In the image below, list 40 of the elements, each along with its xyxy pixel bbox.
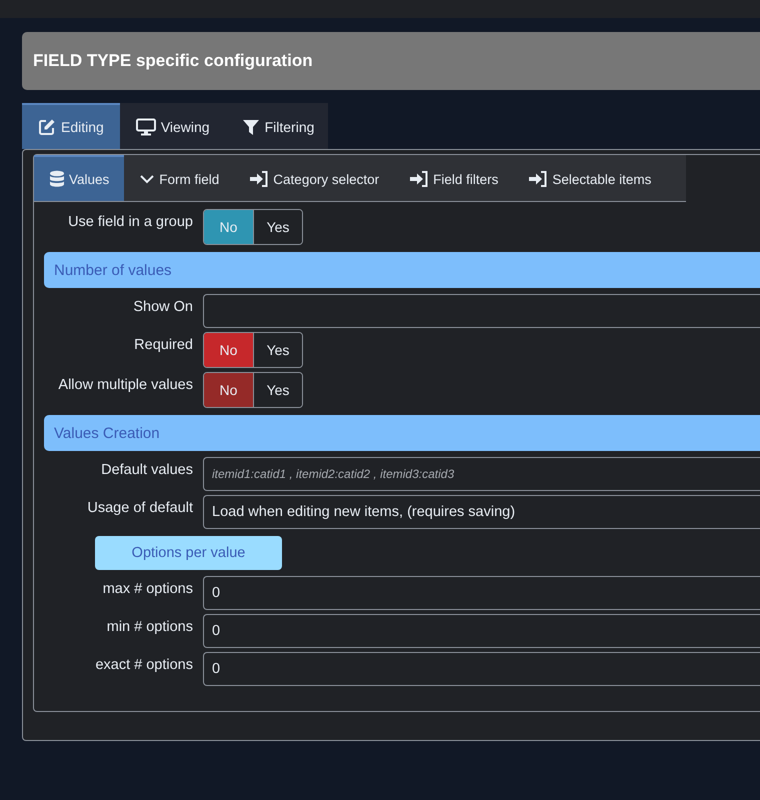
sign-in-icon <box>249 170 270 188</box>
field-label: Use field in a group <box>67 213 193 232</box>
input-field[interactable]: 0 <box>203 614 760 648</box>
input-field[interactable]: 0 <box>203 652 760 686</box>
toggle-option[interactable]: No <box>204 373 253 407</box>
toggle-option[interactable]: Yes <box>253 373 302 407</box>
toggle-option[interactable]: Yes <box>253 210 302 244</box>
monitor-icon <box>136 118 156 136</box>
database-icon <box>49 170 65 188</box>
subtab[interactable]: Field filters <box>394 155 514 201</box>
subtab[interactable]: Selectable items <box>513 155 666 201</box>
sign-in-icon <box>528 170 548 188</box>
field-label: Allow multiple values <box>57 376 193 395</box>
filter-icon <box>242 118 260 136</box>
edit-icon <box>38 118 56 136</box>
toggle-option[interactable]: No <box>204 333 253 367</box>
field-label: Required <box>133 336 193 355</box>
section-header: Number of values <box>44 252 760 288</box>
field-label: min # options <box>106 618 193 637</box>
subtab[interactable]: Form field <box>124 155 234 201</box>
panel-title: FIELD TYPE specific configuration <box>33 51 313 71</box>
field-label: Show On <box>132 298 193 317</box>
field-label: Usage of default <box>86 499 193 518</box>
options-button[interactable]: Options per value <box>95 536 282 570</box>
field-label: exact # options <box>94 656 193 675</box>
input-field[interactable]: 0 <box>203 576 760 610</box>
input-field[interactable]: itemid1:catid1 , itemid2:catid2 , itemid3:catid3 <box>203 457 760 491</box>
toggle-option[interactable]: Yes <box>253 333 302 367</box>
chevron-icon <box>139 173 156 185</box>
subtab[interactable]: Values <box>34 155 124 201</box>
section-header: Values Creation <box>44 415 760 451</box>
tab[interactable]: Viewing <box>120 103 226 149</box>
tab[interactable]: Filtering <box>226 103 330 149</box>
input-field[interactable] <box>203 294 760 328</box>
tab[interactable]: Editing <box>22 103 120 149</box>
sign-in-icon <box>409 170 430 188</box>
select-field[interactable]: Load when editing new items, (requires saving) <box>203 495 760 529</box>
subtab[interactable]: Category selector <box>234 155 394 201</box>
field-label: max # options <box>102 580 193 599</box>
field-label: Default values <box>100 461 193 480</box>
